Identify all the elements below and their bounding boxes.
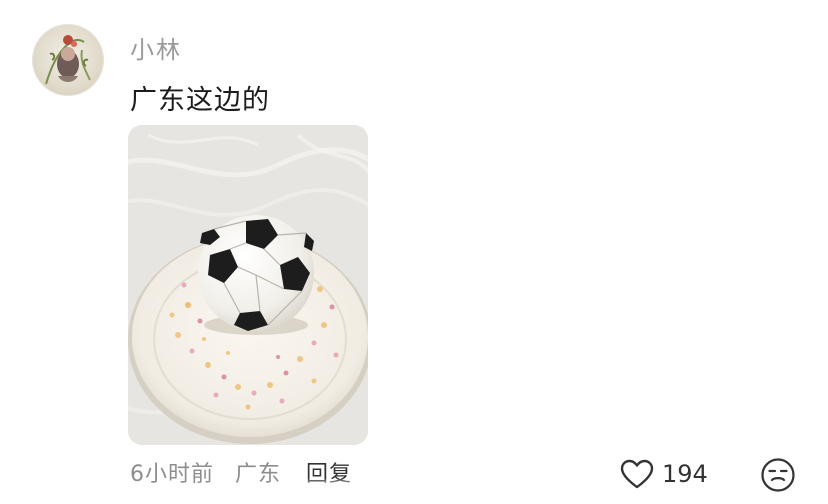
like-button[interactable]: 194 xyxy=(620,456,708,492)
comment-location: 广东 xyxy=(235,462,282,487)
bottom-fade-overlay xyxy=(300,478,530,504)
comment-timestamp: 6小时前 xyxy=(130,462,214,487)
soccer-ball-cake-image xyxy=(128,125,368,445)
heart-outline-icon xyxy=(620,459,654,489)
username[interactable]: 小林 xyxy=(130,30,182,65)
like-count: 194 xyxy=(662,460,708,488)
comment-text: 广东这边的 xyxy=(130,85,270,116)
emoji-face-icon xyxy=(761,458,795,492)
emoji-reaction-button[interactable] xyxy=(760,457,796,493)
comment-photo[interactable] xyxy=(128,125,368,445)
avatar[interactable] xyxy=(32,24,104,96)
avatar-illustration xyxy=(45,35,91,85)
